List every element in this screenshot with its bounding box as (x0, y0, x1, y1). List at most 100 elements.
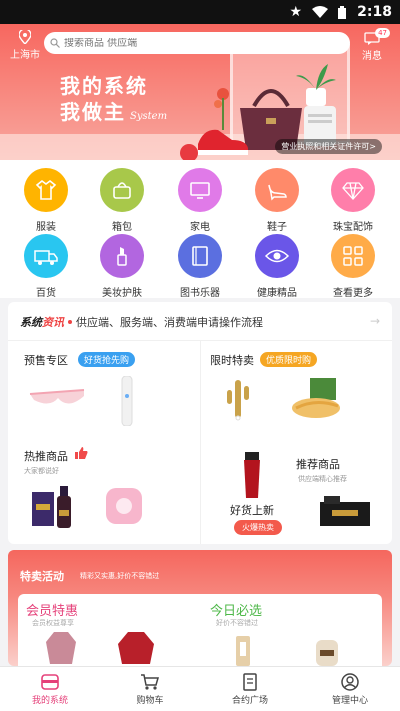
category-jewelry[interactable]: 珠宝配饰 (318, 168, 388, 233)
status-bar: ★ 2:18 (0, 0, 400, 24)
cart-icon (141, 674, 159, 690)
home-box-icon (41, 674, 59, 690)
category-label: 鞋子 (267, 222, 287, 233)
presale-tag: 好货抢先购 (78, 352, 136, 367)
battery-icon (338, 5, 346, 19)
category-clothing[interactable]: 服装 (11, 168, 81, 233)
user-icon (341, 673, 359, 691)
hot-picks-subtitle: 大家都说好 (24, 467, 59, 475)
tab-my-system[interactable]: 我的系统 (0, 667, 100, 711)
new-arrivals-title: 好货上新 (230, 504, 274, 517)
diamond-icon (331, 168, 375, 212)
category-health[interactable]: 健康精品 (242, 234, 312, 299)
round-stool-illustration (180, 144, 198, 160)
heel-shoe-icon (255, 168, 299, 212)
category-shoes[interactable]: 鞋子 (242, 168, 312, 233)
category-books-instruments[interactable]: 图书乐器 (165, 234, 235, 299)
bag-icon (100, 168, 144, 212)
contract-icon (243, 673, 257, 691)
promo-title: 特卖活动 (20, 570, 64, 583)
tab-contract-square[interactable]: 合约广场 (200, 667, 300, 711)
category-more[interactable]: 查看更多 (318, 234, 388, 299)
wifi-icon (312, 6, 328, 18)
promo-section: 特卖活动 精彩又实惠,好价不容错过 会员特惠 会员权益尊享 今日必选 好价不容错… (8, 550, 392, 666)
glasses-product-image (29, 389, 85, 404)
divider (200, 340, 201, 544)
category-label: 家电 (190, 222, 210, 233)
clothing-icon (24, 168, 68, 212)
message-count-badge: 47 (375, 28, 390, 38)
recommended-subtitle: 供应端精心推荐 (298, 475, 347, 483)
wine-box-image (32, 486, 71, 528)
banner-slogan-text: 我做主 (60, 100, 126, 124)
tab-label: 购物车 (136, 696, 164, 706)
news-brand: 系统资讯 (20, 314, 64, 330)
tab-cart[interactable]: 购物车 (100, 667, 200, 711)
category-appliances[interactable]: 家电 (165, 168, 235, 233)
location-selector[interactable]: 上海市 (8, 30, 42, 61)
snack-bowl-image (292, 378, 340, 418)
status-icons: ★ (289, 5, 346, 19)
recommended-title: 推荐商品 (296, 458, 340, 471)
search-input[interactable] (64, 37, 324, 49)
category-label: 百货 (36, 288, 56, 299)
category-grid: 服装 箱包 家电 鞋子 珠宝配饰 百货 美妆护肤 图书乐器 健康精品 查看更多 (0, 160, 400, 299)
category-label: 箱包 (112, 222, 132, 233)
cosmetic-tube-image (244, 452, 260, 498)
tab-management-center[interactable]: 管理中心 (300, 667, 400, 711)
banner-slogan-script: System (130, 111, 168, 122)
hot-picks-title: 热推商品 (24, 450, 68, 463)
grid-icon (331, 234, 375, 278)
search-icon (50, 38, 60, 48)
today-picks-subtitle: 好价不容错过 (216, 619, 258, 627)
hero-banner[interactable]: 上海市 47 消息 我的系统 我做主 System 营业执照和相关证件许可> (0, 24, 400, 160)
lipstick-icon (100, 234, 144, 278)
flower-illustration (214, 88, 229, 130)
banner-slogan-line1: 我的系统 (60, 74, 148, 98)
member-deals-title[interactable]: 会员特惠 (26, 600, 78, 619)
star-icon: ★ (289, 4, 302, 20)
tab-label: 管理中心 (331, 696, 368, 706)
pink-appliance-image (106, 488, 142, 524)
thumbs-up-icon (75, 447, 88, 459)
news-brand-text: 系统 (20, 316, 42, 329)
tab-label: 合约广场 (231, 696, 268, 706)
news-dot (68, 320, 72, 324)
member-deals-subtitle: 会员权益尊享 (32, 619, 74, 627)
flash-sale-tag: 优质限时购 (260, 352, 318, 367)
category-label: 服装 (36, 222, 56, 233)
arrow-right-icon: → (369, 314, 380, 328)
today-picks-title[interactable]: 今日必选 (210, 600, 262, 619)
clock: 2:18 (357, 4, 392, 20)
truck-icon (24, 234, 68, 278)
category-label: 珠宝配饰 (333, 222, 373, 233)
presale-title: 预售专区 (24, 354, 68, 367)
book-icon (178, 234, 222, 278)
news-brand-highlight: 资讯 (42, 316, 64, 329)
message-label: 消息 (362, 51, 382, 62)
category-label: 健康精品 (257, 288, 297, 299)
news-text: 供应端、服务端、消费端申请操作流程 (76, 316, 263, 329)
coat-product-image (46, 632, 76, 664)
category-beauty[interactable]: 美妆护肤 (87, 234, 157, 299)
category-general-goods[interactable]: 百货 (11, 234, 81, 299)
search-bar[interactable] (44, 32, 350, 54)
eye-icon (255, 234, 299, 278)
license-button[interactable]: 营业执照和相关证件许可> (275, 139, 382, 154)
news-ticker[interactable]: 系统资讯 供应端、服务端、消费端申请操作流程 → (20, 314, 380, 330)
category-label: 美妆护肤 (102, 288, 142, 299)
monitor-icon (178, 168, 222, 212)
promo-subtitle: 精彩又实惠,好价不容错过 (80, 572, 160, 580)
rice-cooker-product-image (316, 640, 338, 666)
bottom-nav: 我的系统 购物车 合约广场 管理中心 (0, 666, 400, 711)
cactus-brooch-image (227, 380, 249, 421)
hot-sale-button[interactable]: 火爆热卖 (234, 520, 282, 535)
red-coat-product-image (118, 632, 154, 664)
category-bags[interactable]: 箱包 (87, 168, 157, 233)
gift-box-image (320, 496, 370, 526)
featured-card: 系统资讯 供应端、服务端、消费端申请操作流程 → 预售专区 好货抢先购 限时特卖… (8, 302, 392, 544)
location-label: 上海市 (10, 50, 40, 61)
banner-slogan-line2: 我做主 System (60, 96, 167, 125)
promo-panel: 会员特惠 会员权益尊享 今日必选 好价不容错过 (18, 594, 382, 666)
messages-button[interactable]: 47 消息 (352, 28, 392, 62)
